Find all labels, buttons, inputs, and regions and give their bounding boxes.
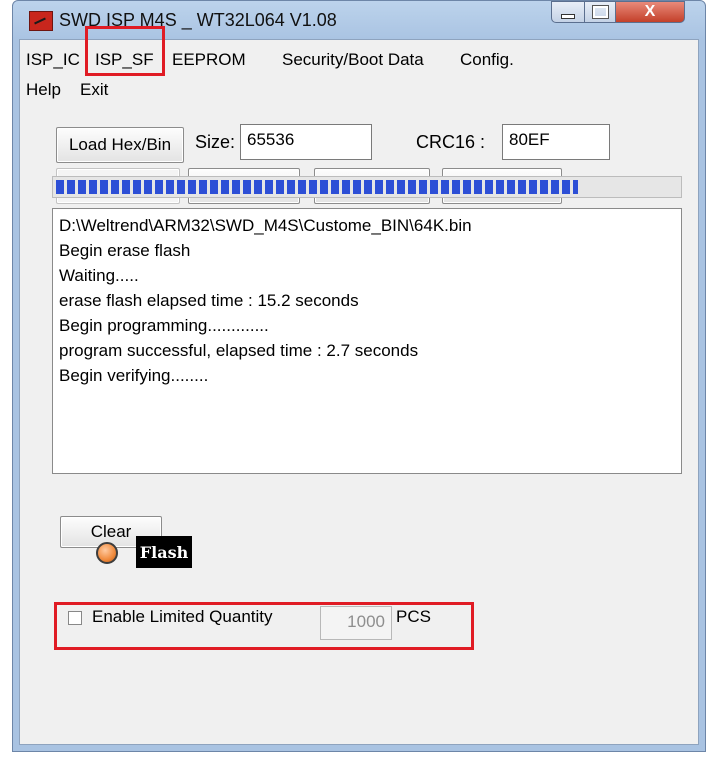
log-line: Begin verifying........ (59, 366, 209, 385)
log-line: erase flash elapsed time : 15.2 seconds (59, 291, 359, 310)
progress-fill (56, 180, 579, 194)
size-label: Size: (195, 132, 236, 152)
log-line: Waiting..... (59, 266, 139, 285)
minimize-button[interactable] (551, 1, 585, 23)
log-line: Begin programming............. (59, 316, 269, 335)
progress-bar (52, 176, 682, 198)
isp-sf-highlight (85, 26, 165, 76)
menu-eeprom[interactable]: EEPROM (172, 48, 246, 72)
close-button[interactable]: X (615, 1, 685, 23)
log-output[interactable]: D:\Weltrend\ARM32\SWD_M4S\Custome_BIN\64… (52, 208, 682, 474)
app-window: SWD ISP M4S _ WT32L064 V1.08 X ISP_IC IS… (12, 0, 706, 752)
app-icon (29, 11, 53, 31)
menu-help[interactable]: Help (26, 78, 61, 102)
maximize-button[interactable] (584, 1, 616, 23)
flash-badge: Flash (136, 536, 192, 568)
status-led (96, 542, 118, 564)
close-icon: X (644, 3, 656, 20)
menu-config[interactable]: Config. (460, 48, 514, 72)
load-hex-bin-button[interactable]: Load Hex/Bin (56, 127, 184, 163)
crc16-field[interactable]: 80EF (502, 124, 610, 160)
log-line: program successful, elapsed time : 2.7 s… (59, 341, 419, 360)
pcs-label: PCS (396, 607, 431, 626)
menu-security-boot[interactable]: Security/Boot Data (282, 48, 424, 72)
menu-isp-ic[interactable]: ISP_IC (26, 48, 80, 72)
log-line: D:\Weltrend\ARM32\SWD_M4S\Custome_BIN\64… (59, 216, 472, 235)
menu-exit[interactable]: Exit (80, 78, 108, 102)
limited-quantity-checkbox[interactable] (68, 611, 82, 625)
maximize-icon (591, 5, 609, 19)
limited-quantity-label[interactable]: Enable Limited Quantity (92, 607, 273, 627)
crc16-label: CRC16 : (416, 132, 486, 152)
log-line: Begin erase flash (59, 241, 191, 260)
size-field[interactable]: 65536 (240, 124, 372, 160)
client-area: ISP_IC ISP_SF EEPROM Security/Boot Data … (19, 26, 699, 745)
quantity-field[interactable]: 1000 (320, 606, 392, 640)
minimize-icon (561, 13, 575, 19)
